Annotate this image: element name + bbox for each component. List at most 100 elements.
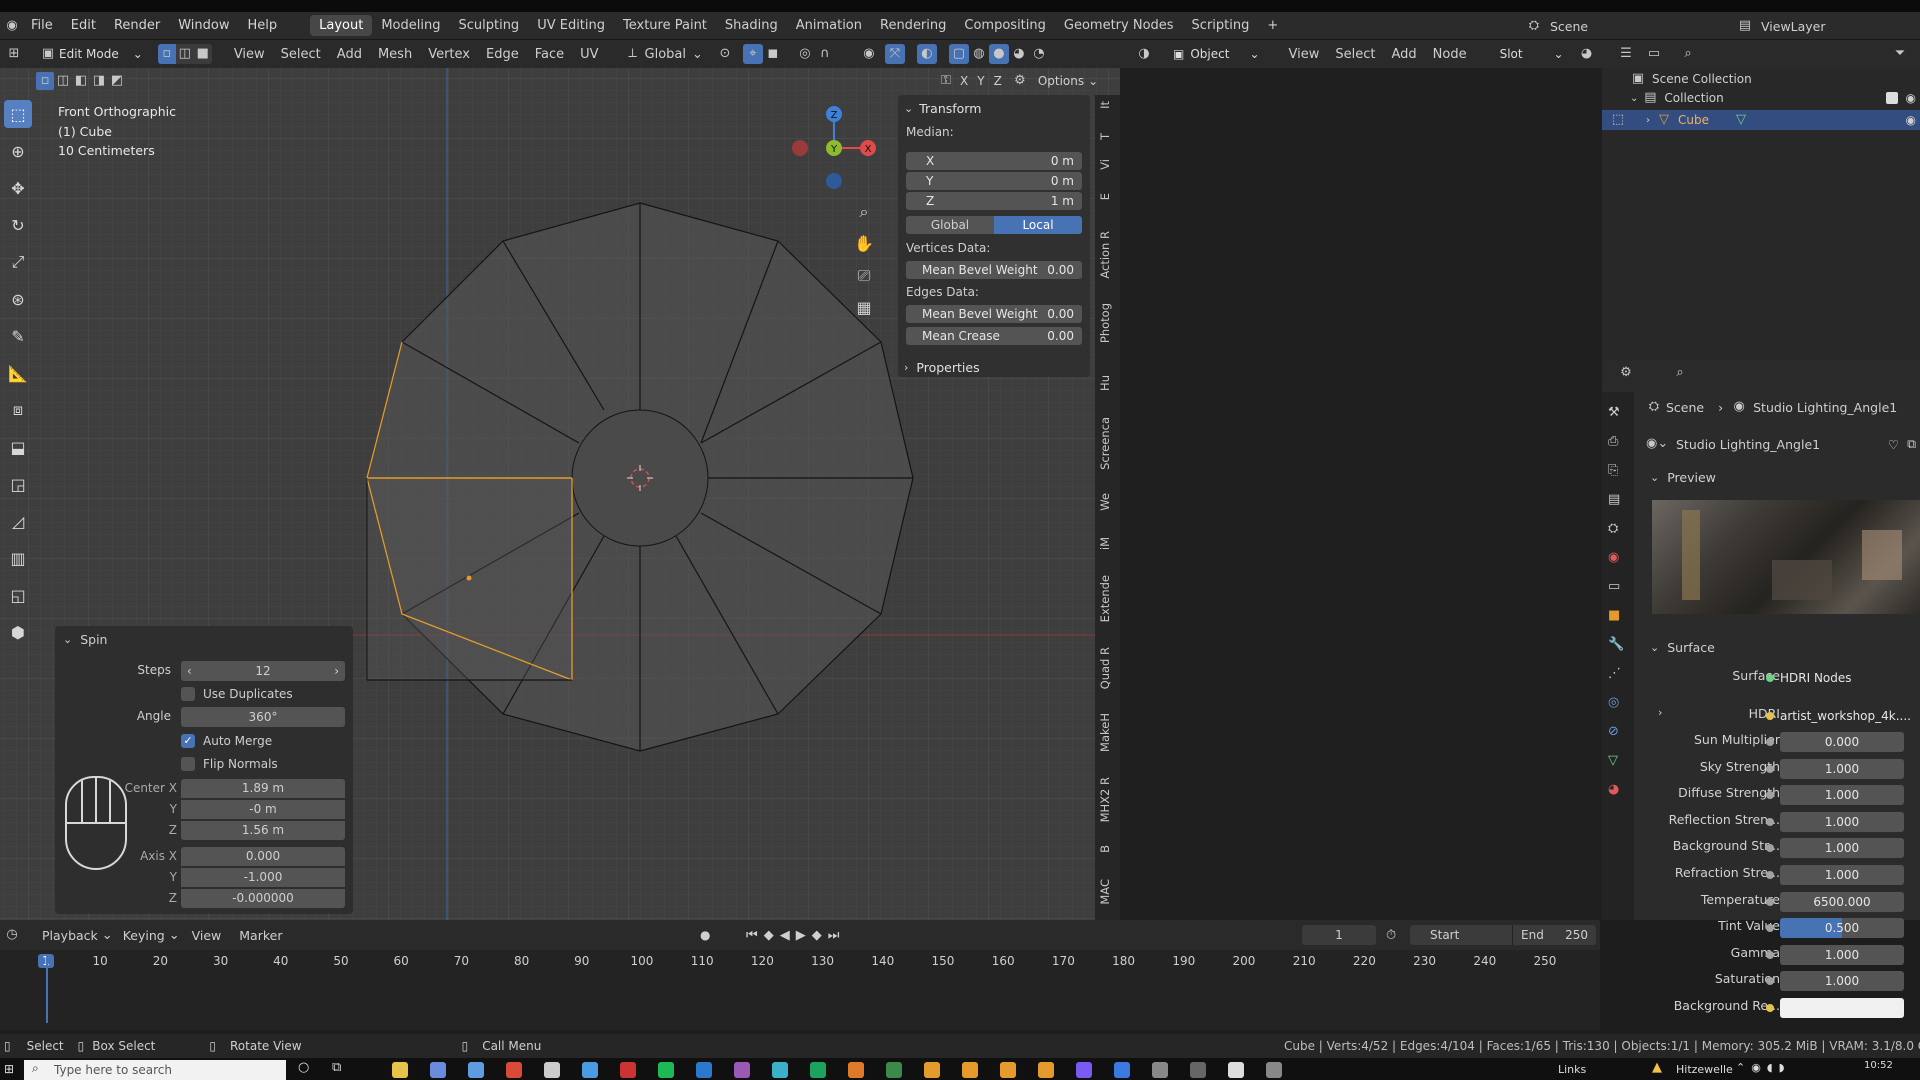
app-icon[interactable]	[1266, 1062, 1282, 1078]
links-toolbar[interactable]: Links	[1558, 1063, 1586, 1076]
new-selection-icon[interactable]: ▫	[36, 72, 54, 90]
edge-bevel-weight-field[interactable]: Mean Bevel Weight 0.00	[906, 305, 1082, 323]
end-field[interactable]: End 250	[1512, 925, 1596, 945]
system-tray-icons[interactable]: ⌃◉◖◗	[1736, 1061, 1790, 1074]
menu-select[interactable]: Select	[273, 47, 329, 62]
rendered-shading-icon[interactable]: ◔	[1029, 44, 1049, 64]
local-toggle[interactable]: Local	[994, 216, 1082, 234]
center-x-field[interactable]: 1.89 m	[181, 779, 345, 798]
world-tab-icon[interactable]: ◉	[1608, 543, 1624, 572]
property-value-field[interactable]: 6500.000	[1780, 891, 1904, 912]
constraints-tab-icon[interactable]: ⊘	[1608, 717, 1624, 746]
tab-layout[interactable]: Layout	[310, 15, 373, 36]
current-frame-field[interactable]: 1	[1302, 925, 1376, 945]
steps-field[interactable]: ‹ 12 ›	[181, 661, 345, 681]
extend-selection-icon[interactable]: ◫	[54, 72, 72, 90]
vertex-select-icon[interactable]: ▫	[157, 44, 176, 64]
render-tab-icon[interactable]: ⎙	[1608, 427, 1624, 456]
timeline-ruler[interactable]: 1102030405060708090100110120130140150160…	[0, 950, 1600, 974]
hdri-value[interactable]: artist_workshop_4k....	[1780, 706, 1911, 726]
world-shader-icon[interactable]: ◕	[1577, 44, 1597, 64]
eye-icon[interactable]: ◉	[1906, 113, 1916, 127]
view-layer-tab-icon[interactable]: ▤	[1608, 485, 1624, 514]
intersect-selection-icon[interactable]: ◩	[108, 72, 126, 90]
measure-tool-icon[interactable]: 📐	[4, 359, 32, 387]
property-value-field[interactable]: 0.000	[1780, 732, 1904, 752]
tab-rendering[interactable]: Rendering	[871, 15, 955, 36]
stopwatch-icon[interactable]: ⏱	[1386, 928, 1396, 943]
menu-render[interactable]: Render	[105, 18, 169, 33]
overlays-icon[interactable]: ◐	[916, 44, 937, 64]
surface-value[interactable]: HDRI Nodes	[1780, 668, 1852, 688]
camera-icon[interactable]: ⎚	[852, 260, 876, 292]
data-tab-icon[interactable]: ▽	[1608, 746, 1624, 775]
app-icon[interactable]	[772, 1062, 788, 1078]
tab-screencast[interactable]: Screenca	[1098, 417, 1118, 470]
transform-tool-icon[interactable]: ⊛	[4, 285, 32, 313]
mirror-icon[interactable]: ⚿	[938, 73, 954, 89]
menu-add[interactable]: Add	[329, 47, 370, 62]
task-view-icon[interactable]: ⧉	[332, 1060, 341, 1075]
pan-hand-icon[interactable]: ✋	[852, 228, 876, 260]
fake-user-icon[interactable]: ♡	[1888, 437, 1899, 452]
app-icon[interactable]	[582, 1062, 598, 1078]
tab-photog[interactable]: Photog	[1098, 303, 1118, 343]
knife-tool-icon[interactable]: ◱	[4, 581, 32, 609]
viewlayer-selector[interactable]: ▤ ViewLayer	[1735, 16, 1826, 36]
chevron-left-icon[interactable]: ‹	[187, 664, 192, 678]
face-select-icon[interactable]: ■	[193, 44, 212, 64]
mirror-y[interactable]: Y	[977, 74, 984, 88]
subtract-selection-icon[interactable]: ◧	[72, 72, 90, 90]
menu-file[interactable]: File	[22, 18, 62, 33]
photoshop-icon[interactable]	[696, 1062, 712, 1078]
windows-start-icon[interactable]: ⊞	[4, 1062, 14, 1076]
tab-im[interactable]: iM	[1098, 537, 1118, 550]
solid-shading-icon[interactable]: ●	[988, 44, 1009, 64]
playhead[interactable]	[46, 955, 48, 1023]
axis-x-field[interactable]: 0.000	[181, 847, 345, 866]
blender-icon[interactable]	[1000, 1062, 1016, 1078]
inset-tool-icon[interactable]: ◲	[4, 470, 32, 498]
shader-editor[interactable]	[1120, 40, 1602, 920]
discord-icon[interactable]	[1076, 1062, 1092, 1078]
gizmo-icon[interactable]: ⤧	[884, 44, 905, 64]
properties-editor-icon[interactable]: ⚙	[1616, 363, 1636, 383]
add-workspace-button[interactable]: +	[1258, 15, 1287, 36]
menu-edit[interactable]: Edit	[62, 18, 105, 33]
editor-type-icon[interactable]: ◷	[2, 925, 22, 945]
pivot-point-icon[interactable]: ⊙	[715, 44, 735, 64]
tab-item[interactable]: It	[1098, 101, 1118, 109]
clock[interactable]: 10:52	[1864, 1060, 1893, 1071]
play-reverse-icon[interactable]: ◀	[780, 928, 790, 943]
jump-start-icon[interactable]: ⏮	[746, 928, 758, 943]
tab-uv-editing[interactable]: UV Editing	[528, 15, 614, 36]
extrude-tool-icon[interactable]: ⬓	[4, 433, 32, 461]
blender-icon[interactable]	[924, 1062, 940, 1078]
material-tab-icon[interactable]: ◕	[1608, 775, 1624, 804]
app-icon[interactable]	[544, 1062, 560, 1078]
weather-label[interactable]: Hitzewelle	[1676, 1063, 1733, 1076]
tab-makeh[interactable]: MakeH	[1098, 713, 1118, 752]
rotate-tool-icon[interactable]: ↻	[4, 211, 32, 239]
cortana-icon[interactable]: ○	[298, 1060, 309, 1075]
tab-mhx2-r[interactable]: MHX2 R	[1098, 777, 1118, 822]
properties-subpanel-header[interactable]: › Properties	[904, 360, 980, 375]
app-icon[interactable]	[1114, 1062, 1130, 1078]
app-icon[interactable]	[886, 1062, 902, 1078]
menu-window[interactable]: Window	[169, 18, 238, 33]
snap-target-icon[interactable]: ◼	[763, 44, 783, 64]
flip-normals-checkbox[interactable]	[181, 757, 195, 771]
surface-panel-header[interactable]: ⌄ Surface	[1650, 640, 1715, 655]
menu-uv[interactable]: UV	[572, 47, 606, 62]
loop-cut-tool-icon[interactable]: ▥	[4, 544, 32, 572]
scale-tool-icon[interactable]: ⤢	[4, 248, 32, 276]
chrome-icon[interactable]	[620, 1062, 636, 1078]
display-mode-icon[interactable]: ▭	[1644, 44, 1664, 64]
property-value-field[interactable]: 1.000	[1780, 811, 1904, 832]
transform-orientation-dropdown[interactable]: ⟂ Global ⌄	[623, 44, 703, 64]
property-value-field[interactable]: 1.000	[1780, 865, 1904, 885]
bevel-tool-icon[interactable]: ◿	[4, 507, 32, 535]
tab-animation[interactable]: Animation	[787, 15, 871, 36]
blender-logo-icon[interactable]: ◉	[2, 16, 22, 36]
tab-modeling[interactable]: Modeling	[372, 15, 449, 36]
